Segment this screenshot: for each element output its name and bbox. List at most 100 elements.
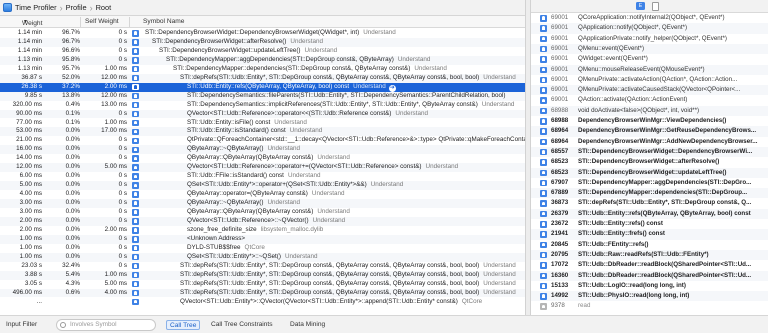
input-filter-label[interactable]: Input Filter bbox=[6, 321, 37, 328]
document-icon[interactable] bbox=[652, 2, 659, 11]
stack-frame-row[interactable]: 68988 void doActivate<false>(QObject*, in… bbox=[531, 105, 768, 116]
call-tree-row[interactable]: 496.00 ms 0.6% 4.00 ms STI::depRefs(STI::Ud… bbox=[0, 288, 525, 298]
stack-frame-row[interactable]: 16360 STI::Udb::DbReader::readBlock(QShar… bbox=[531, 270, 768, 281]
stack-frame-row[interactable]: 20845 STI::Udb::FEntity::refs() bbox=[531, 240, 768, 250]
call-tree-row[interactable]: 5.00 ms 0.0% 0 s QSet<STI::Udb::Entity*>::o… bbox=[0, 181, 525, 191]
user-code-icon bbox=[132, 48, 139, 55]
call-tree-row[interactable]: 1.00 ms 0.0% 0 s DYLD-STUB$$free QtCore bbox=[0, 244, 525, 253]
weight-cell: 3.00 ms bbox=[19, 199, 42, 207]
call-tree-row[interactable]: 9.85 s 13.8% 12.00 ms STI::DependencySemant… bbox=[0, 91, 525, 101]
breadcrumb-item-root[interactable]: Root bbox=[96, 3, 112, 12]
stack-frame-row[interactable]: 26379 STI::Udb::Entity::refs(QByteArray, … bbox=[531, 208, 768, 219]
call-tree-row[interactable]: 36.87 s 52.0% 12.00 ms STI::depRefs(STI::Ud… bbox=[0, 73, 525, 83]
call-tree-row[interactable]: 6.00 ms 0.0% 0 s STI::Udb::FFile::isStandar… bbox=[0, 172, 525, 181]
stack-frame-row[interactable]: 20795 STI::Udb::Raw::readRefs(STI::Udb::F… bbox=[531, 249, 768, 261]
stack-frame-row[interactable]: 69001 QMenu::mouseReleaseEvent(QMouseEven… bbox=[531, 64, 768, 75]
stack-frame-row[interactable]: 68523 STI::DependencyBrowserWidget::after… bbox=[531, 157, 768, 167]
call-tree-row[interactable]: 90.00 ms 0.1% 0 s QVector<STI::Udb::Referen… bbox=[0, 109, 525, 119]
weight-column-header[interactable]: Weight ▾ bbox=[22, 18, 42, 27]
stack-frame-row[interactable]: 69001 QApplication::notify(QObject*, QEve… bbox=[531, 23, 768, 34]
symbol-name: STI::DependencyMapper::aggDependencies(S… bbox=[166, 55, 394, 63]
call-tree-row[interactable]: 23.03 s 32.4% 0 s STI::depRefs(STI::Udb::En… bbox=[0, 262, 525, 271]
symbol-name-column-header[interactable]: Symbol Name bbox=[143, 18, 184, 25]
stack-frame-row[interactable]: 67889 STI::DependencyMapper::dependencies… bbox=[531, 188, 768, 199]
call-tree-row[interactable]: 1.14 min 96.7% 0 s STI::DependencyBrowserWi… bbox=[0, 37, 525, 47]
stack-frame-row[interactable]: 68988 DependencyBrowserWinMgr::ViewDepend… bbox=[531, 116, 768, 126]
chevron-right-icon: › bbox=[59, 2, 63, 13]
library-name: Understand bbox=[290, 37, 323, 45]
go-to-source-icon[interactable]: ➜ bbox=[388, 84, 396, 92]
self-weight-column-header[interactable]: Self Weight bbox=[85, 18, 119, 25]
frame-sample-count: 15133 bbox=[551, 281, 569, 289]
percent-cell: 0.0% bbox=[65, 252, 80, 260]
call-tree-row[interactable]: 320.00 ms 0.4% 13.00 ms STI::DependencySema… bbox=[0, 101, 525, 110]
call-tree-row[interactable]: 4.00 ms 0.0% 0 s QByteArray::operator=(QByt… bbox=[0, 190, 525, 199]
frame-sample-count: 69001 bbox=[551, 65, 569, 73]
frame-sample-count: 69001 bbox=[551, 86, 569, 94]
call-tree-row[interactable]: 12.00 ms 0.0% 5.00 ms QVector<STI::Udb::Ref… bbox=[0, 163, 525, 173]
stack-frame-row[interactable]: 21941 STI::Udb::Entity::frefs() const bbox=[531, 229, 768, 240]
call-tree-row[interactable]: 53.00 ms 0.0% 17.00 ms STI::Udb::Entity::is… bbox=[0, 127, 525, 137]
call-tree-row[interactable]: 26.38 s 37.2% 2.00 ms STI::Udb::Entity::ref… bbox=[0, 82, 525, 92]
stack-frame-row[interactable]: 14992 STI::Udb::PhysIO::read(long long, i… bbox=[531, 291, 768, 302]
weight-cell: 2.00 ms bbox=[19, 225, 42, 233]
call-tree-row[interactable]: ... QVector<STI::Udb::Entity*>::QVector(Q… bbox=[0, 298, 525, 307]
call-tree-row[interactable]: 14.00 ms 0.0% 0 s QByteArray::QByteArray(QB… bbox=[0, 154, 525, 163]
stack-frame-row[interactable]: 69001 QApplicationPrivate::notify_helper(… bbox=[531, 34, 768, 44]
stack-frame-row[interactable]: 67907 STI::DependencyMapper::aggDependenc… bbox=[531, 178, 768, 188]
breadcrumb-item-time-profiler[interactable]: Time Profiler bbox=[15, 3, 57, 12]
stack-frame-row[interactable]: 68964 DependencyBrowserWinMgr::AddNewDepe… bbox=[531, 137, 768, 147]
data-mining-button[interactable]: Data Mining bbox=[287, 320, 328, 330]
call-tree-row[interactable]: 1.14 min 96.6% 0 s STI::DependencyBrowserWi… bbox=[0, 47, 525, 56]
weight-cell: 26.38 s bbox=[21, 82, 42, 90]
call-tree-row[interactable]: 1.14 min 96.7% 0 s STI::DependencyBrowserWi… bbox=[0, 29, 525, 38]
call-tree-row[interactable]: 1.13 min 95.8% 0 s STI::DependencyMapper::a… bbox=[0, 55, 525, 65]
call-tree-row[interactable]: 21.00 ms 0.0% 0 s QtPrivate::QForeachContai… bbox=[0, 136, 525, 145]
stack-frame-row[interactable]: 69001 QCoreApplication::notifyInternal2(Q… bbox=[531, 13, 768, 23]
call-tree-row[interactable]: 3.05 s 4.3% 5.00 ms STI::depRefs(STI::Udb::… bbox=[0, 280, 525, 289]
call-tree-row[interactable]: 1.00 ms 0.0% 0 s QSet<STI::Udb::Entity*>::~… bbox=[0, 252, 525, 262]
stack-frame-row[interactable]: 69001 QMenuPrivate::activateCausedStack(Q… bbox=[531, 85, 768, 96]
call-tree-row[interactable]: 16.00 ms 0.0% 0 s QByteArray::~QByteArray()… bbox=[0, 145, 525, 155]
symbol-cell: DYLD-STUB$$free QtCore bbox=[187, 244, 525, 253]
call-tree-row[interactable]: 77.00 ms 0.1% 1.00 ms STI::Udb::Entity::isF… bbox=[0, 119, 525, 128]
user-code-icon bbox=[132, 191, 139, 198]
library-name: libsystem_malloc.dylib bbox=[260, 225, 324, 233]
stack-frame-row[interactable]: 68557 STI::DependencyBrowserWidget::Depen… bbox=[531, 146, 768, 158]
symbol-cell: STI::depRefs(STI::Udb::Entity*, STI::Dep… bbox=[180, 289, 525, 298]
stack-frame-row[interactable]: 68964 DependencyBrowserWinMgr::GetReuseDe… bbox=[531, 126, 768, 137]
stack-frame-row[interactable]: 9378 read bbox=[531, 301, 768, 311]
self-weight-cell: 0 s bbox=[118, 190, 127, 198]
call-tree-constraints-button[interactable]: Call Tree Constraints bbox=[208, 320, 276, 330]
call-tree-row[interactable]: 3.00 ms 0.0% 0 s QByteArray::~QByteArray() U… bbox=[0, 199, 525, 208]
self-weight-cell: 13.00 ms bbox=[101, 100, 127, 108]
call-tree-row[interactable]: 3.88 s 5.4% 1.00 ms STI::depRefs(STI::Udb::… bbox=[0, 270, 525, 280]
stack-frame-row[interactable]: 68523 STI::DependencyBrowserWidget::updat… bbox=[531, 167, 768, 178]
stack-frame-row[interactable]: 69001 QMenuPrivate::activateAction(QActio… bbox=[531, 75, 768, 85]
frame-sample-count: 26379 bbox=[551, 209, 569, 217]
involves-symbol-search[interactable]: Involves Symbol bbox=[56, 319, 156, 331]
call-tree-row[interactable]: 2.00 ms 0.0% 2.00 ms szone_free_definite_si… bbox=[0, 226, 525, 235]
time-profiler-window: Time Profiler › Profile › Root Weight ▾ S… bbox=[0, 0, 768, 333]
user-code-icon bbox=[540, 138, 547, 146]
self-weight-cell: 0 s bbox=[118, 46, 127, 54]
percent-cell: 0.0% bbox=[65, 154, 80, 162]
stack-frame-row[interactable]: 69001 QAction::activate(QAction::ActionEv… bbox=[531, 95, 768, 105]
user-code-icon bbox=[132, 298, 139, 306]
user-code-icon bbox=[132, 92, 139, 100]
call-tree-row[interactable]: 3.00 ms 0.0% 0 s QByteArray::QByteArray(QBy… bbox=[0, 208, 525, 217]
breadcrumb-item-profile[interactable]: Profile bbox=[66, 3, 87, 12]
call-tree-row[interactable]: 1.13 min 95.7% 1.00 ms STI::DependencyMappe… bbox=[0, 65, 525, 74]
call-tree-row[interactable]: 1.00 ms 0.0% 0 s <Unknown Address> bbox=[0, 234, 525, 244]
user-code-icon bbox=[540, 56, 547, 63]
stack-frame-row[interactable]: 17072 STI::Udb::DbReader::readBlock(QShar… bbox=[531, 260, 768, 270]
stack-frame-row[interactable]: 69001 QWidget::event(QEvent*) bbox=[531, 54, 768, 64]
stack-frame-row[interactable]: 23672 STI::Udb::Entity::refs() const bbox=[531, 219, 768, 229]
stack-frame-row[interactable]: 69001 QMenu::event(QEvent*) bbox=[531, 43, 768, 55]
call-tree-row[interactable]: 2.00 ms 0.0% 0 s QVector<STI::Udb::Referenc… bbox=[0, 216, 525, 226]
stack-frame-row[interactable]: 15133 STI::Udb::LogIO::read(long long, in… bbox=[531, 281, 768, 291]
extended-detail-icon[interactable]: E bbox=[636, 2, 645, 10]
call-tree-button[interactable]: Call Tree bbox=[166, 320, 201, 330]
stack-frame-row[interactable]: 36873 STI::depRefs(STI::Udb::Entity*, STI… bbox=[531, 198, 768, 208]
user-code-icon bbox=[132, 236, 139, 243]
